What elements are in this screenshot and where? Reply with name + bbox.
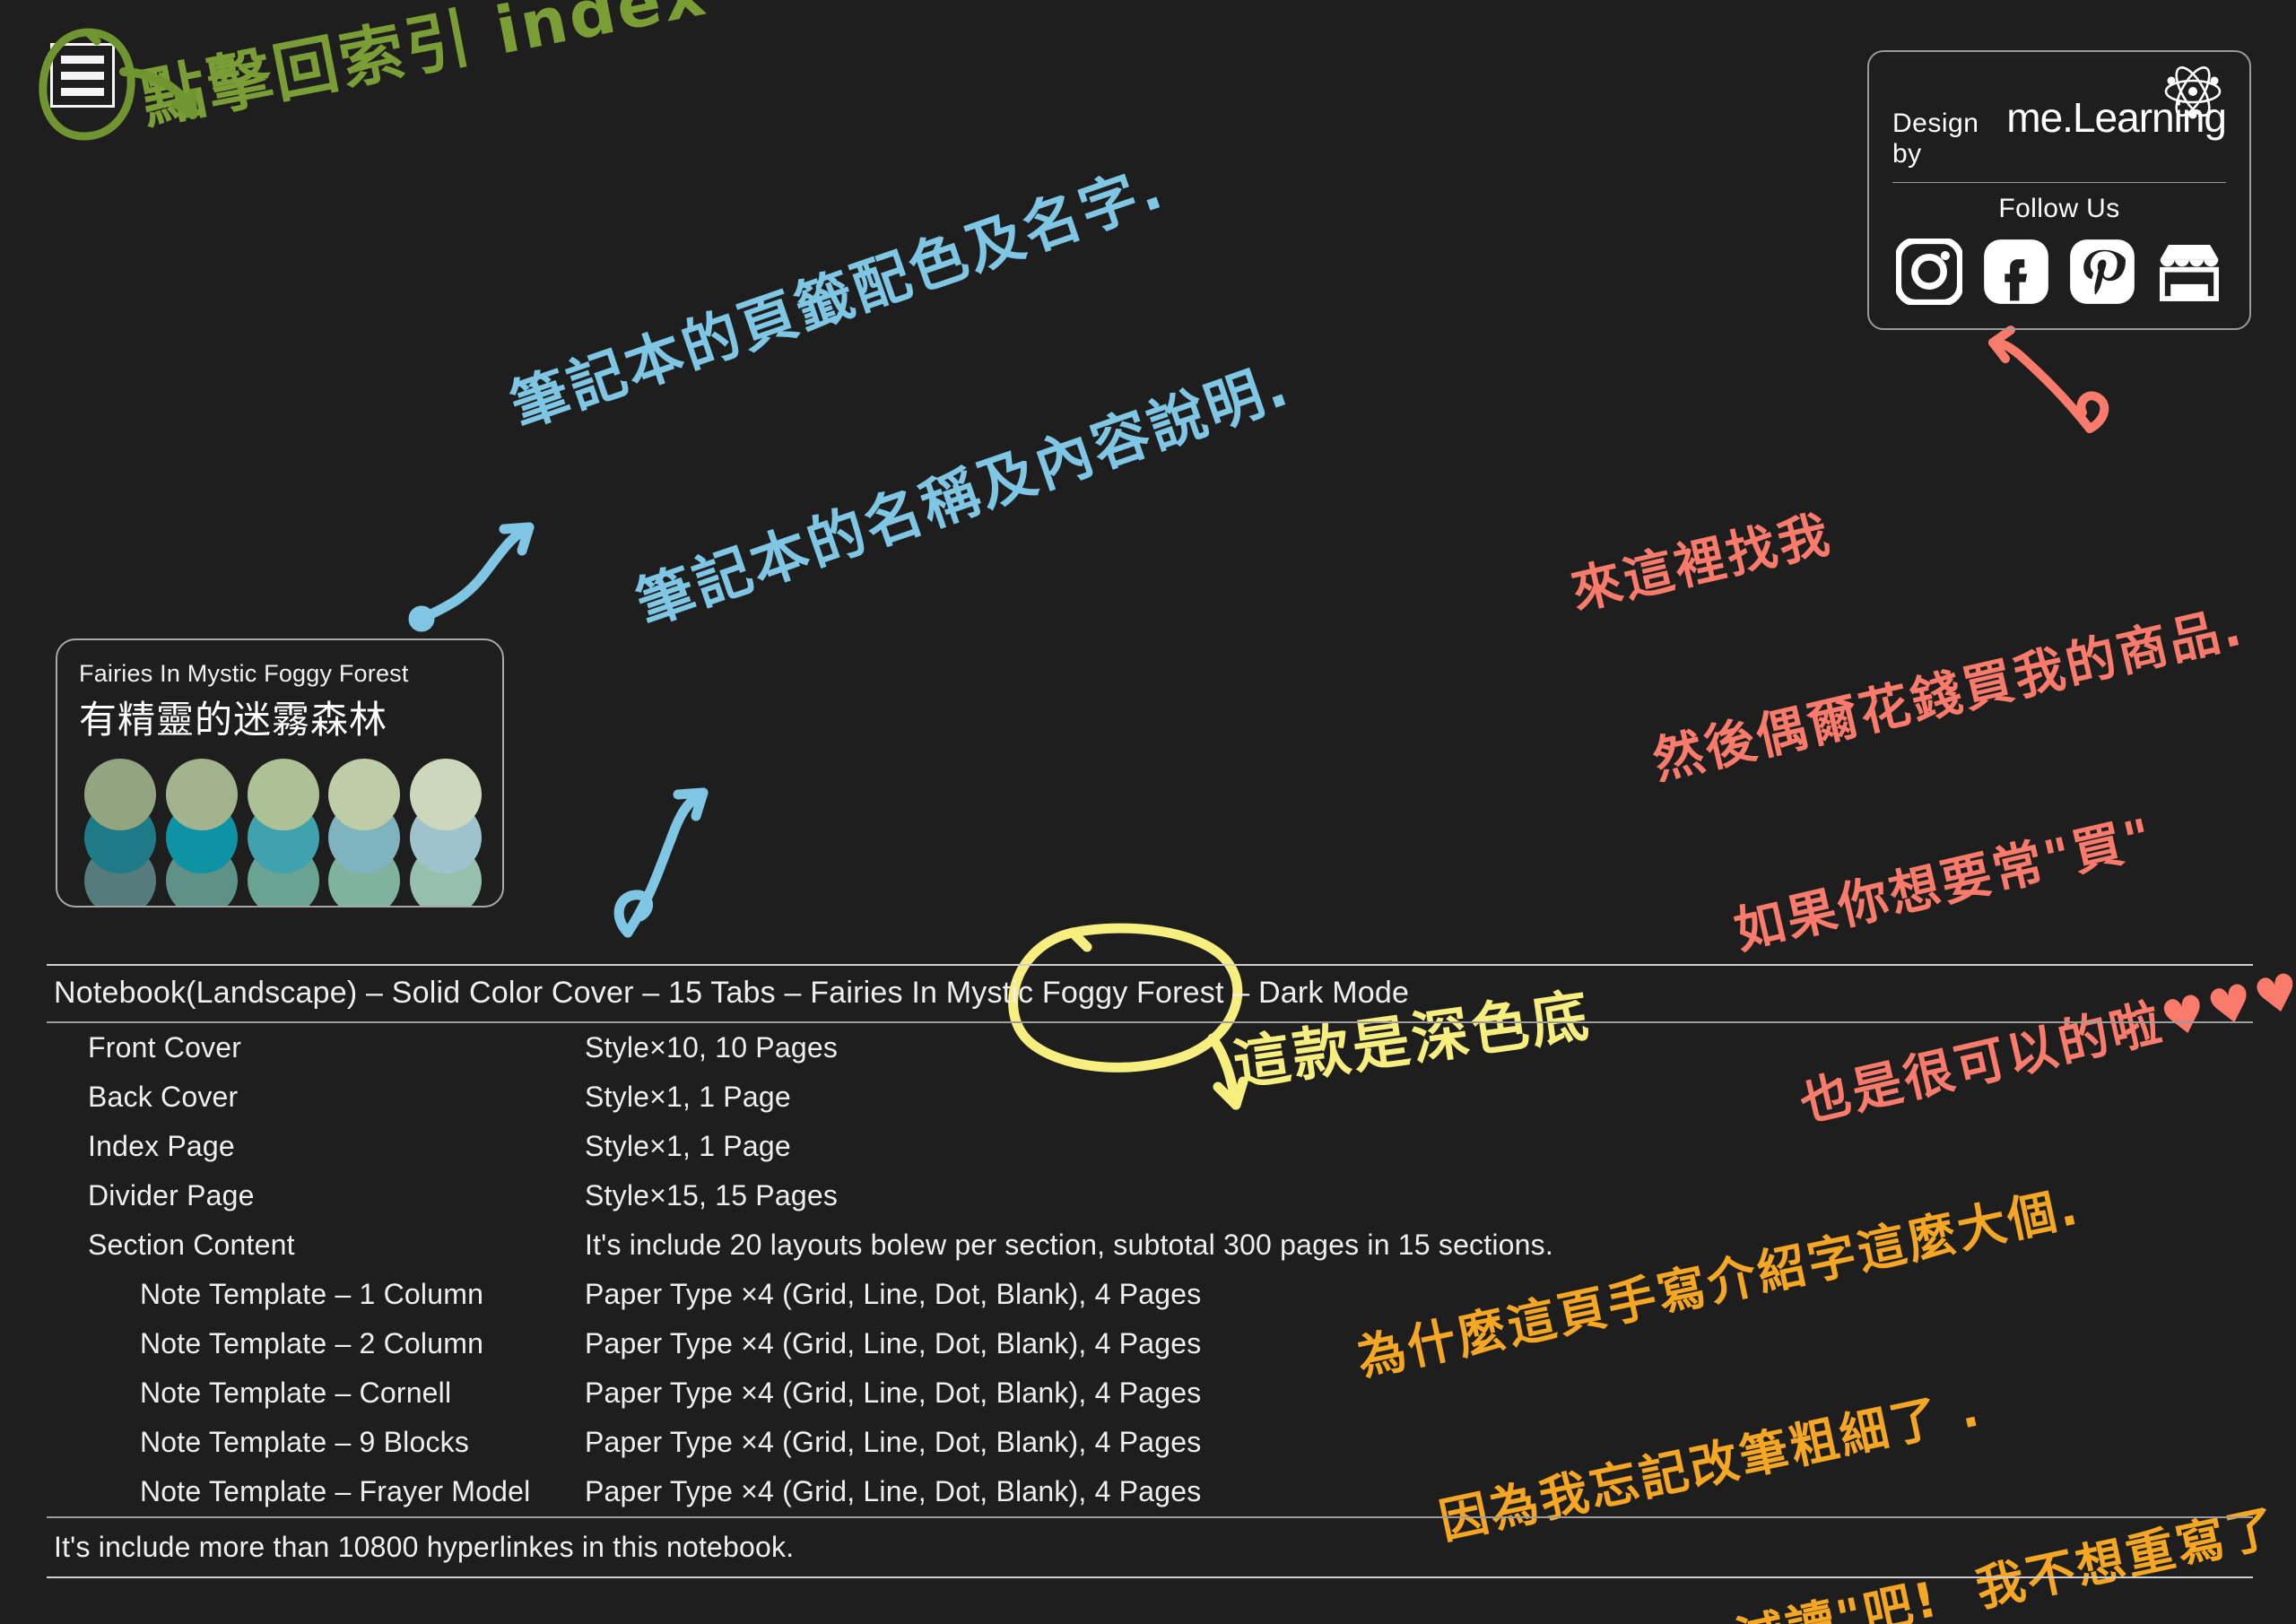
spec-row[interactable]: Divider Page Style×15, 15 Pages [47, 1171, 2253, 1220]
index-menu-button[interactable] [39, 28, 135, 141]
spec-row-key: Note Template – 1 Column [140, 1278, 484, 1310]
annotation-index-hint: 點擊回索引 index [135, 0, 714, 138]
palette-swatch-top [84, 759, 156, 830]
social-links-row [1892, 239, 2226, 305]
cover-title-zh: 有精靈的迷霧森林 [79, 698, 388, 742]
spec-row[interactable]: Index Page Style×1, 1 Page [47, 1122, 2253, 1171]
instagram-icon[interactable] [1896, 239, 1962, 305]
palette-swatch-top [165, 759, 238, 830]
spec-row[interactable]: Back Cover Style×1, 1 Page [47, 1073, 2253, 1122]
storefront-icon[interactable] [2156, 239, 2222, 305]
cover-palette-swatches [79, 759, 483, 906]
spec-row-key: Front Cover [88, 1031, 242, 1064]
spec-row-key: Note Template – 2 Column [140, 1327, 484, 1359]
spec-row[interactable]: Note Template – Frayer Model Paper Type ×… [47, 1467, 2253, 1516]
hamburger-bar [61, 71, 104, 80]
pinterest-icon[interactable] [2069, 239, 2135, 305]
brand-divider [1892, 182, 2226, 183]
annotation-name-hint: 筆記本的名稱及內容說明. [628, 352, 1299, 638]
annotation-tabs-hint: 筆記本的頁籤配色及名字. [502, 155, 1173, 441]
spec-rule-bottom [47, 1576, 2253, 1578]
spec-row-value: It's include 20 layouts bolew per sectio… [585, 1229, 1553, 1261]
annotation-shop-line: 如果你想要常"買" [1728, 807, 2160, 961]
spec-row-value: Paper Type ×4 (Grid, Line, Dot, Blank), … [585, 1475, 1202, 1507]
brand-header: Design by me.Learning [1892, 66, 2227, 169]
page-root: 點擊回索引 index 筆記本的頁籤配色及名字. 筆記本的名稱及內容說明. 來這… [0, 0, 2296, 1624]
spec-row-key: Back Cover [88, 1081, 239, 1113]
annotation-shop-line: 來這裡找我 [1565, 504, 1838, 621]
notebook-cover-card[interactable]: Fairies In Mystic Foggy Forest 有精靈的迷霧森林 [56, 638, 504, 908]
spec-row-value: Style×1, 1 Page [585, 1081, 791, 1113]
palette-column [165, 759, 238, 906]
spec-title: Notebook(Landscape) – Solid Color Cover … [54, 976, 1410, 1010]
palette-column [247, 759, 319, 906]
facebook-icon[interactable] [1983, 239, 2049, 305]
spec-row-key: Note Template – 9 Blocks [140, 1426, 470, 1458]
palette-column [84, 759, 156, 906]
spec-row-value: Style×1, 1 Page [585, 1130, 791, 1162]
palette-swatch-top [247, 759, 319, 830]
spec-row-key: Note Template – Frayer Model [140, 1475, 531, 1507]
spec-row-value: Paper Type ×4 (Grid, Line, Dot, Blank), … [585, 1278, 1202, 1310]
hamburger-bar [61, 55, 104, 64]
brand-design-by-label: Design by [1892, 109, 1979, 169]
notebook-spec-table: Notebook(Landscape) – Solid Color Cover … [47, 964, 2253, 1578]
spec-row-value: Paper Type ×4 (Grid, Line, Dot, Blank), … [585, 1426, 1202, 1458]
spec-row-value: Paper Type ×4 (Grid, Line, Dot, Blank), … [585, 1376, 1202, 1409]
spec-row-key: Note Template – Cornell [140, 1376, 452, 1409]
hamburger-bar [61, 87, 104, 96]
spec-row[interactable]: Front Cover Style×10, 10 Pages [47, 1023, 2253, 1073]
palette-swatch-top [410, 759, 483, 830]
follow-us-label: Follow Us [1998, 194, 2120, 223]
spec-row[interactable]: Note Template – 2 Column Paper Type ×4 (G… [47, 1319, 2253, 1368]
annotation-shop-line: 然後偶爾花錢買我的商品. [1647, 597, 2249, 791]
spec-row-key: Index Page [88, 1130, 235, 1162]
spec-row[interactable]: Note Template – 1 Column Paper Type ×4 (G… [47, 1270, 2253, 1319]
brand-card: Design by me.Learning Follow Us [1867, 50, 2251, 330]
spec-row-value: Paper Type ×4 (Grid, Line, Dot, Blank), … [585, 1327, 1202, 1359]
spec-rows: Front Cover Style×10, 10 Pages Back Cover S… [47, 1023, 2253, 1516]
atom-icon [2164, 66, 2222, 119]
spec-row[interactable]: Note Template – 9 Blocks Paper Type ×4 (G… [47, 1418, 2253, 1467]
palette-column [328, 759, 401, 906]
palette-column [410, 759, 483, 906]
spec-row-value: Style×15, 15 Pages [585, 1179, 839, 1211]
spec-row-value: Style×10, 10 Pages [585, 1031, 839, 1064]
spec-row[interactable]: Section Content It's include 20 layouts b… [47, 1220, 2253, 1270]
spec-row-key: Divider Page [88, 1179, 255, 1211]
palette-swatch-top [328, 759, 401, 830]
spec-row[interactable]: Note Template – Cornell Paper Type ×4 (Gr… [47, 1368, 2253, 1418]
spec-footer: It's include more than 10800 hyperlinkes… [54, 1531, 795, 1563]
cover-title-en: Fairies In Mystic Foggy Forest [79, 660, 409, 687]
spec-row-key: Section Content [88, 1229, 295, 1261]
hamburger-menu-icon[interactable] [50, 43, 115, 108]
